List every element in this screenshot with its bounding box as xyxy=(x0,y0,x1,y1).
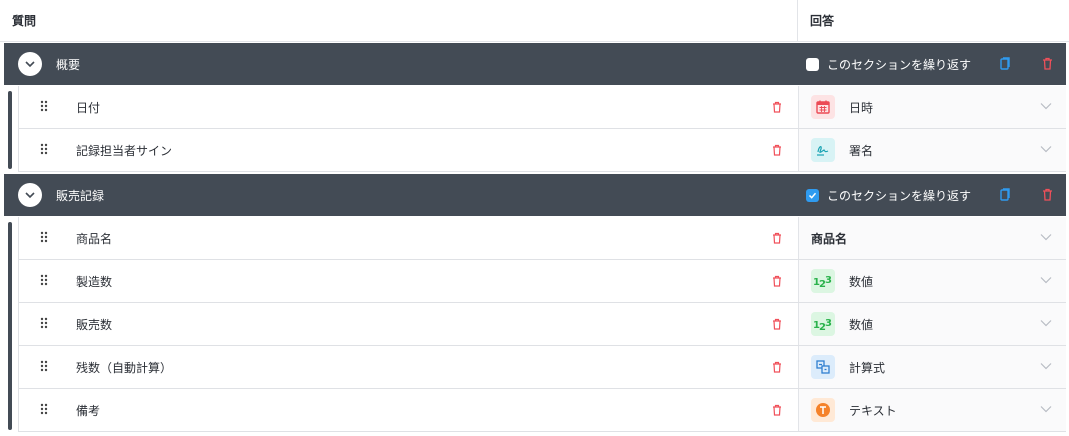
repeat-section-toggle[interactable]: このセクションを繰り返す xyxy=(806,56,971,73)
repeat-label: このセクションを繰り返す xyxy=(827,189,972,203)
answer-type-select[interactable]: 署名 xyxy=(798,129,1066,171)
svg-text:3: 3 xyxy=(825,318,832,329)
section-header-sales: 販売記録 このセクションを繰り返す xyxy=(4,174,1066,216)
table-row: 製造数 123 数値 xyxy=(18,260,1066,303)
answer-type-select[interactable]: 123 数値 xyxy=(798,260,1066,302)
question-label[interactable]: 製造数 xyxy=(76,273,112,290)
repeat-checkbox[interactable] xyxy=(806,58,819,71)
drag-handle-icon[interactable] xyxy=(40,274,48,286)
question-label[interactable]: 日付 xyxy=(76,99,100,116)
section-title: 販売記録 xyxy=(56,189,105,203)
formula-icon xyxy=(811,355,835,379)
trash-icon[interactable] xyxy=(772,361,782,373)
answer-type-label: 商品名 xyxy=(811,232,848,246)
drag-handle-icon[interactable] xyxy=(40,100,48,112)
calendar-icon xyxy=(811,95,835,119)
drag-handle-icon[interactable] xyxy=(40,231,48,243)
chevron-down-icon xyxy=(1040,363,1052,370)
answer-column-header: 回答 xyxy=(810,14,835,28)
question-label[interactable]: 記録担当者サイン xyxy=(76,142,172,159)
text-icon xyxy=(811,398,835,422)
answer-type-label: 日時 xyxy=(849,101,874,115)
repeat-checkbox[interactable] xyxy=(806,189,819,202)
section-collapse-toggle[interactable] xyxy=(18,52,42,76)
section-collapse-toggle[interactable] xyxy=(18,183,42,207)
trash-icon[interactable] xyxy=(772,101,782,113)
answer-type-select[interactable]: テキスト xyxy=(798,389,1066,431)
chevron-down-icon xyxy=(1040,234,1052,241)
chevron-down-icon xyxy=(1040,146,1052,153)
chevron-down-icon xyxy=(1040,277,1052,284)
table-row: 記録担当者サイン 署名 xyxy=(18,129,1066,172)
trash-icon[interactable] xyxy=(772,404,782,416)
svg-text:3: 3 xyxy=(825,275,832,286)
table-row: 備考 テキスト xyxy=(18,389,1066,432)
drag-handle-icon[interactable] xyxy=(40,317,48,329)
drag-handle-icon[interactable] xyxy=(40,360,48,372)
answer-type-label: テキスト xyxy=(849,404,897,418)
chevron-down-icon xyxy=(25,61,35,68)
number-icon: 123 xyxy=(811,269,835,293)
section-title: 概要 xyxy=(56,58,81,72)
answer-type-select[interactable]: 計算式 xyxy=(798,346,1066,388)
drag-handle-icon[interactable] xyxy=(40,143,48,155)
question-column-header: 質問 xyxy=(12,14,37,28)
section-rail xyxy=(8,222,12,430)
answer-type-select[interactable]: 日時 xyxy=(798,86,1066,128)
answer-type-select[interactable]: 123 数値 xyxy=(798,303,1066,345)
chevron-down-icon xyxy=(1040,406,1052,413)
copy-icon[interactable] xyxy=(1000,188,1011,201)
question-label[interactable]: 備考 xyxy=(76,402,100,419)
table-row: 残数（自動計算） 計算式 xyxy=(18,346,1066,389)
answer-type-label: 計算式 xyxy=(849,361,886,375)
chevron-down-icon xyxy=(25,192,35,199)
trash-icon[interactable] xyxy=(1042,188,1053,201)
table-row: 販売数 123 数値 xyxy=(18,303,1066,346)
repeat-section-toggle[interactable]: このセクションを繰り返す xyxy=(806,187,971,204)
column-divider xyxy=(797,0,798,42)
section-header-overview: 概要 このセクションを繰り返す xyxy=(4,43,1066,85)
trash-icon[interactable] xyxy=(772,275,782,287)
table-row: 日付 日時 xyxy=(18,86,1066,129)
trash-icon[interactable] xyxy=(772,144,782,156)
trash-icon[interactable] xyxy=(772,318,782,330)
table-header: 質問 回答 xyxy=(0,0,1069,42)
signature-icon xyxy=(811,138,835,162)
answer-type-label: 署名 xyxy=(849,144,874,158)
chevron-down-icon xyxy=(1040,320,1052,327)
copy-icon[interactable] xyxy=(1000,57,1011,70)
trash-icon[interactable] xyxy=(1042,57,1053,70)
answer-type-label: 数値 xyxy=(849,275,874,289)
question-label[interactable]: 残数（自動計算） xyxy=(76,359,172,376)
table-row: 商品名 商品名 xyxy=(18,217,1066,260)
repeat-label: このセクションを繰り返す xyxy=(827,58,972,72)
section-rail xyxy=(8,91,12,169)
answer-type-label: 数値 xyxy=(849,318,874,332)
chevron-down-icon xyxy=(1040,103,1052,110)
question-label[interactable]: 商品名 xyxy=(76,230,112,247)
trash-icon[interactable] xyxy=(772,232,782,244)
question-label[interactable]: 販売数 xyxy=(76,316,112,333)
checkmark-icon xyxy=(808,192,817,199)
answer-type-select[interactable]: 商品名 xyxy=(798,217,1066,259)
number-icon: 123 xyxy=(811,312,835,336)
drag-handle-icon[interactable] xyxy=(40,403,48,415)
